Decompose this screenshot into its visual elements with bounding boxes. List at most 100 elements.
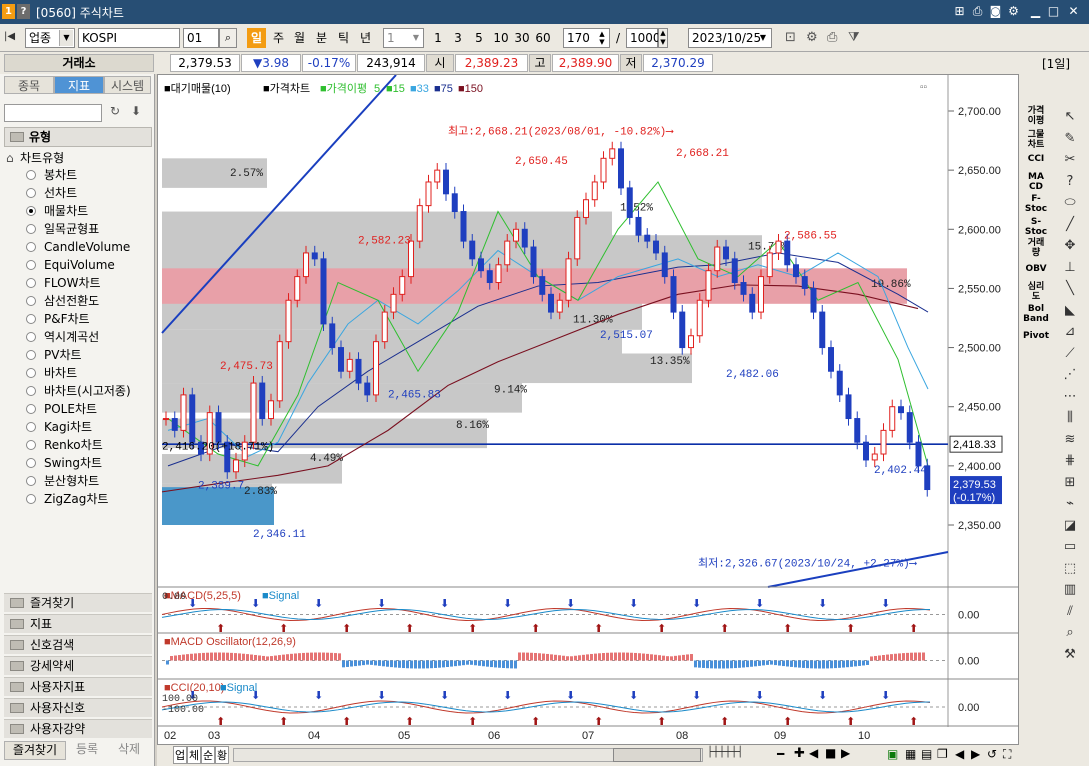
window-close-icon[interactable]: ✕ [1066,4,1081,19]
section-header[interactable]: 사용자강약 [4,719,152,738]
drawing-tool-icon[interactable]: ╲ [1055,280,1085,298]
drawing-tool-icon[interactable]: ▭ [1055,538,1085,556]
drawing-tool-icon[interactable]: ✂ [1055,151,1085,169]
zoom-slider[interactable]: ├┼┼┼┼┤ [707,747,767,763]
filter-icon[interactable]: ⧩ [848,30,864,46]
delete-button[interactable]: 삭제 [110,741,148,760]
chart-type-item[interactable]: 바차트 [26,364,77,382]
drawing-tool-icon[interactable]: ⌁ [1055,495,1085,513]
refresh-icon[interactable]: ↻ [106,104,124,122]
drawing-tool-icon[interactable]: ⌕ [1055,624,1085,642]
drawing-tool-icon[interactable]: ✥ [1055,237,1085,255]
print-icon[interactable]: ⎙ [827,30,843,46]
multiplier-select[interactable]: 1 ▼ [383,28,424,48]
window-print-icon[interactable]: ⎙ [970,4,985,19]
window-link-icon[interactable]: ⊞ [952,4,967,19]
zoom-in-icon[interactable]: ✚ [794,746,808,762]
drawing-tool-icon[interactable]: ╱ [1055,216,1085,234]
quick-period-1[interactable]: 1 [430,28,446,48]
radio-icon[interactable] [26,296,36,306]
total-arrows-icon[interactable]: ▲ ▼ [658,28,668,48]
drawing-tool-icon[interactable]: ⊿ [1055,323,1085,341]
chart-type-item[interactable]: 분산형차트 [26,472,99,490]
bottom-tab-che[interactable]: 체 [187,746,201,764]
drawing-tool-icon[interactable]: ⬭ [1055,194,1085,212]
grid-icon[interactable]: ▤ [921,747,935,763]
window-maximize-icon[interactable]: □ [1046,4,1061,19]
drawing-tool-icon[interactable]: ⊞ [1055,474,1085,492]
drawing-tool-icon[interactable]: ◣ [1055,302,1085,320]
radio-icon[interactable] [26,188,36,198]
chart-type-item[interactable]: 봉차트 [26,166,77,184]
download-icon[interactable]: ⬇ [127,104,145,122]
reset-icon[interactable]: ↺ [987,747,1001,763]
quick-period-3[interactable]: 3 [450,28,466,48]
section-header[interactable]: 강세약세 [4,656,152,675]
chart-type-item[interactable]: PV차트 [26,346,82,364]
arrow-right-icon[interactable]: ▶ [971,747,985,763]
tab-indicator[interactable]: 지표 [54,76,104,94]
chart-type-item[interactable]: 선차트 [26,184,77,202]
quick-period-60[interactable]: 60 [532,28,554,48]
period-minute-button[interactable]: 분 [312,28,331,48]
quick-period-10[interactable]: 10 [490,28,512,48]
window-badge-help[interactable]: ? [17,4,30,19]
radio-icon[interactable] [26,260,36,270]
indicator-shortcut[interactable]: 심리 도 [1021,282,1051,302]
chart-type-item[interactable]: POLE차트 [26,400,97,418]
radio-icon[interactable] [26,314,36,324]
section-header[interactable]: 사용자지표 [4,677,152,696]
chart-type-item[interactable]: 삼선전환도 [26,292,99,310]
radio-icon[interactable] [26,494,36,504]
indicator-shortcut[interactable]: S- Stoc [1021,217,1051,237]
chart-type-item[interactable]: ZigZag차트 [26,490,108,508]
drawing-tool-icon[interactable]: ✎ [1055,130,1085,148]
search-icon[interactable]: ⌕ [219,28,237,48]
date-picker[interactable]: 2023/10/25 ▼ [688,28,772,48]
drawing-tool-icon[interactable]: ◪ [1055,517,1085,535]
drawing-tool-icon[interactable]: ⊥ [1055,259,1085,277]
chart-type-item[interactable]: 일목균형표 [26,220,99,238]
radio-icon[interactable] [26,332,36,342]
chart-type-item[interactable]: FLOW차트 [26,274,101,292]
quick-period-5[interactable]: 5 [471,28,487,48]
indicator-shortcut[interactable]: CCI [1021,154,1051,164]
chart-type-item[interactable]: 매물차트 [26,202,88,220]
drawing-tool-icon[interactable]: ⟋ [1055,345,1085,363]
copy-icon[interactable]: ❐ [937,747,951,763]
stop-icon[interactable]: ■ [825,746,839,762]
tab-favorites[interactable]: 즐겨찾기 [4,741,66,760]
code-field[interactable]: 01 [183,28,219,48]
tree-title[interactable]: ⌂ 차트유형 [6,149,146,165]
section-header[interactable]: 신호검색 [4,635,152,654]
radio-icon[interactable] [26,368,36,378]
chevron-down-icon[interactable]: ▼ [59,30,73,46]
drawing-tool-icon[interactable]: ▥ [1055,581,1085,599]
radio-icon[interactable] [26,422,36,432]
radio-icon[interactable] [26,242,36,252]
indicator-shortcut[interactable]: Pivot [1021,331,1051,341]
period-month-button[interactable]: 월 [290,28,309,48]
total-field[interactable]: 1000 [626,28,661,48]
indicator-shortcut[interactable]: 가격 이평 [1021,106,1051,126]
scroll-right-icon[interactable]: ▶ [841,746,855,762]
section-header[interactable]: 즐겨찾기 [4,593,152,612]
window-minimize-icon[interactable]: ▁ [1028,4,1043,19]
indicator-shortcut[interactable]: 거래 량 [1021,238,1051,258]
chart-area[interactable]: 2,700.00 2,650.00 2,600.00 2,550.00 2,500.00… [157,74,1020,746]
tab-system[interactable]: 시스템 [104,76,151,94]
zoom-out-icon[interactable]: ━ [777,747,791,763]
drawing-tool-icon[interactable]: ⫼ [1055,409,1085,427]
radio-icon[interactable] [26,224,36,234]
section-header[interactable]: 지표 [4,614,152,633]
indicator-shortcut[interactable]: OBV [1021,264,1051,274]
radio-icon[interactable] [26,206,36,216]
radio-icon[interactable] [26,404,36,414]
arrow-left-icon[interactable]: ◀ [955,747,969,763]
chart-type-item[interactable]: 역시계곡선 [26,328,99,346]
chart-canvas[interactable]: 2,700.00 2,650.00 2,600.00 2,550.00 2,500.00… [158,75,1020,746]
scrollbar-thumb[interactable] [613,748,701,762]
chart-type-item[interactable]: CandleVolume [26,238,130,256]
indicator-search-input[interactable] [4,104,102,122]
period-day-button[interactable]: 일 [247,28,266,48]
